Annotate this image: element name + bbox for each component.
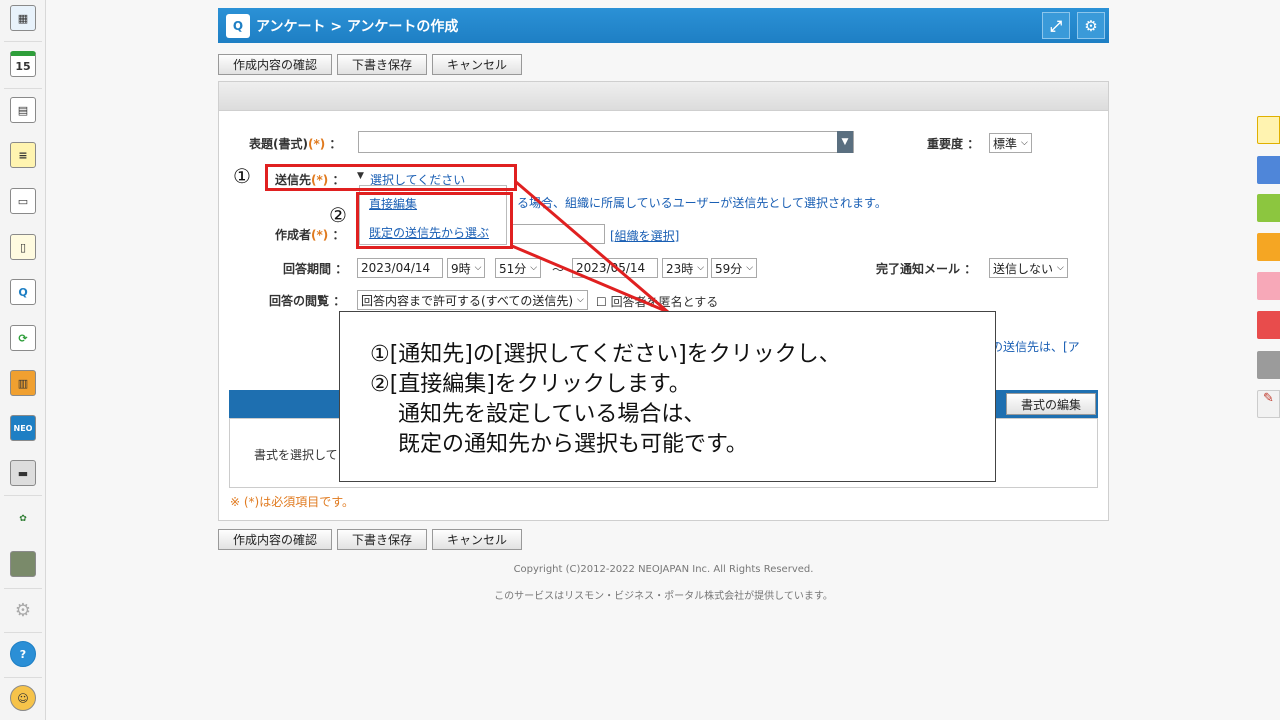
instruction-callout: ①[通知先]の[選択してください]をクリックし、 ②[直接編集]をクリックします…: [339, 311, 996, 482]
marker-2: ②: [329, 203, 347, 227]
callout-line-2: ②[直接編集]をクリックします。: [370, 372, 691, 397]
callout-line-3: 通知先を設定している場合は、: [398, 402, 706, 427]
highlight-recipient: [265, 164, 517, 191]
annotation-line-2: [511, 244, 669, 314]
callout-line-4: 既定の通知先から選択も可能です。: [398, 432, 748, 457]
marker-1: ①: [233, 164, 251, 188]
highlight-dropdown: [356, 192, 513, 249]
annotation-line-1: [515, 180, 669, 314]
callout-line-1: ①[通知先]の[選択してください]をクリックし、: [370, 342, 841, 367]
